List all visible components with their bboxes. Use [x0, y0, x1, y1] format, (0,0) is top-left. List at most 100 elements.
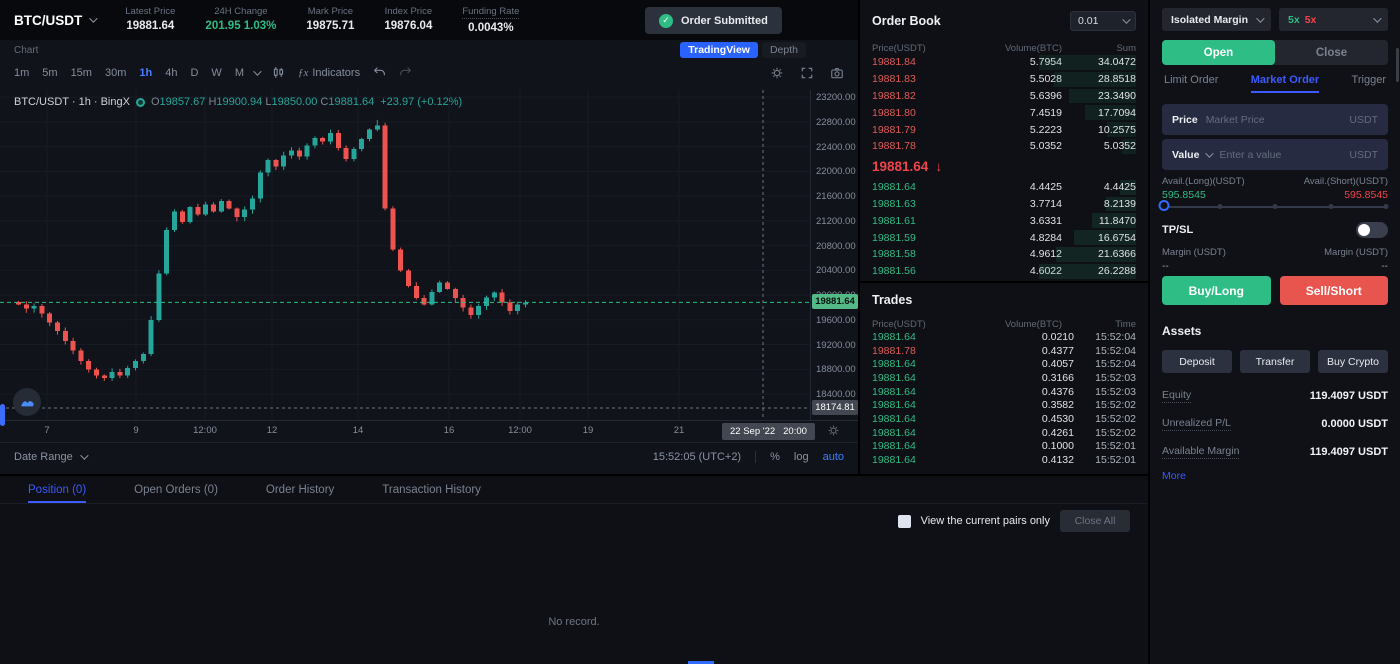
candle-style-icon[interactable]	[272, 66, 285, 79]
slider-dot[interactable]	[1384, 204, 1389, 209]
trade-volume: 0.3582	[952, 399, 1074, 411]
tick-size-dropdown[interactable]: 0.01	[1070, 11, 1136, 31]
column-header: Sum	[1062, 43, 1136, 54]
margin-mode-value: Isolated Margin	[1171, 14, 1248, 26]
percent-scale-button[interactable]: %	[770, 451, 780, 463]
buy-long-button[interactable]: Buy/Long	[1162, 276, 1271, 305]
order-tab-limit-order[interactable]: Limit Order	[1164, 74, 1218, 93]
timeframe-30m[interactable]: 30m	[105, 67, 126, 79]
slider-dot[interactable]	[1159, 200, 1170, 211]
undo-icon[interactable]	[373, 66, 386, 79]
close-all-button[interactable]: Close All	[1060, 510, 1130, 532]
timezone-gear-icon[interactable]	[827, 424, 840, 440]
mid-price: 19881.64 ↓	[872, 156, 1136, 178]
timeframe-D[interactable]: D	[190, 67, 198, 79]
order-book-row[interactable]: 19881.594.828416.6754	[872, 229, 1136, 246]
view-tab-depth[interactable]: Depth	[762, 42, 806, 58]
timeframe-5m[interactable]: 5m	[42, 67, 57, 79]
tab-orderhistory[interactable]: Order History	[266, 484, 334, 503]
close-tab[interactable]: Close	[1275, 40, 1388, 65]
open-tab[interactable]: Open	[1162, 40, 1275, 65]
trade-time: 15:52:04	[1074, 358, 1136, 370]
trade-price: 19881.64	[872, 440, 952, 452]
chevron-down-icon[interactable]	[253, 67, 261, 75]
time-axis[interactable]: 22 Sep '22 20:00 7912:0012141612:001921	[0, 420, 858, 442]
panel-scrollbar[interactable]	[1396, 48, 1399, 82]
timeframe-15m[interactable]: 15m	[71, 67, 92, 79]
trade-time: 15:52:04	[1074, 331, 1136, 343]
current-pairs-checkbox[interactable]	[898, 515, 911, 528]
stat-label: Index Price	[384, 6, 432, 17]
chart-scrollbar-handle[interactable]	[0, 404, 5, 426]
auto-scale-button[interactable]: auto	[823, 451, 844, 463]
asset-label: Unrealized P/L	[1162, 417, 1231, 431]
order-book-row[interactable]: 19881.644.44254.4425	[872, 179, 1136, 196]
axis-price-label: 18800.00	[816, 364, 856, 375]
price-axis[interactable]: 19881.64 18174.81 23200.0022800.0022400.…	[810, 90, 858, 420]
column-header: Volume(BTC)	[952, 319, 1062, 330]
order-sum: 10.2575	[1062, 124, 1136, 136]
slider-dot[interactable]	[1273, 204, 1278, 209]
order-book-row[interactable]: 19881.845.795434.0472	[872, 54, 1136, 71]
candlestick-chart[interactable]: BTC/USDT · 1h · BingX O19857.67 H19900.9…	[0, 90, 810, 420]
timeframe-1m[interactable]: 1m	[14, 67, 29, 79]
sell-short-button[interactable]: Sell/Short	[1280, 276, 1389, 305]
gear-icon[interactable]	[770, 66, 784, 80]
slider-dot[interactable]	[1328, 204, 1333, 209]
timeframe-4h[interactable]: 4h	[165, 67, 177, 79]
timeframe-M[interactable]: M	[235, 67, 244, 79]
transfer-button[interactable]: Transfer	[1240, 350, 1310, 373]
order-volume: 7.4519	[952, 107, 1062, 119]
order-book-row[interactable]: 19881.807.451917.7094	[872, 104, 1136, 121]
stat-label: Latest Price	[125, 6, 175, 17]
tab-position[interactable]: Position (0)	[28, 484, 86, 503]
order-book-row[interactable]: 19881.584.961221.6366	[872, 246, 1136, 263]
order-tab-trigger[interactable]: Trigger	[1352, 74, 1386, 93]
order-type-tabs: Limit Order Market Order Trigger	[1164, 74, 1386, 93]
order-book-row[interactable]: 19881.785.03525.0352	[872, 138, 1136, 155]
stat-label: Funding Rate	[462, 6, 519, 19]
chart-view-tabs: TradingViewDepth	[680, 42, 806, 58]
order-book-row[interactable]: 19881.564.602226.2288	[872, 263, 1136, 280]
redo-icon[interactable]	[399, 66, 412, 79]
trade-price: 19881.64	[872, 331, 952, 343]
symbol-selector[interactable]: BTC/USDT	[14, 13, 95, 28]
leverage-dropdown[interactable]: 5x5x	[1279, 8, 1388, 31]
tpsl-toggle[interactable]	[1356, 222, 1388, 238]
axis-time-label: 14	[353, 425, 364, 436]
trade-time: 15:52:01	[1074, 440, 1136, 452]
order-book-row[interactable]: 19881.835.502828.8518	[872, 71, 1136, 88]
more-link[interactable]: More	[1162, 470, 1186, 482]
price-field[interactable]: Price Market Price USDT	[1162, 104, 1388, 135]
slider-dot[interactable]	[1217, 204, 1222, 209]
timeframe-toolbar: 1m 5m 15m 30m 1h 4h D W Mƒx Indicators	[14, 66, 412, 79]
axis-price-label: 20800.00	[816, 241, 856, 252]
stat-value: 201.95 1.03%	[205, 20, 276, 32]
buy-crypto-button[interactable]: Buy Crypto	[1318, 350, 1388, 373]
timeframe-W[interactable]: W	[211, 67, 221, 79]
price-field-unit: USDT	[1349, 114, 1378, 126]
date-range-selector[interactable]: Date Range	[14, 451, 86, 463]
amount-slider[interactable]	[1164, 200, 1386, 214]
order-book-row[interactable]: 19881.613.633111.8470	[872, 212, 1136, 229]
asset-value: 119.4097 USDT	[1310, 390, 1388, 402]
order-book-row[interactable]: 19881.795.222310.2575	[872, 121, 1136, 138]
tab-openorders[interactable]: Open Orders (0)	[134, 484, 218, 503]
trades-rows: 19881.640.021015:52:0419881.780.437715:5…	[872, 330, 1136, 467]
timeframe-1h[interactable]: 1h	[139, 67, 152, 79]
indicators-button[interactable]: ƒx Indicators	[298, 67, 360, 79]
order-sum: 5.0352	[1062, 140, 1136, 152]
order-book-row[interactable]: 19881.825.639623.3490	[872, 88, 1136, 105]
value-field[interactable]: Value Enter a value USDT	[1162, 139, 1388, 170]
order-tab-market-order[interactable]: Market Order	[1251, 74, 1319, 93]
camera-icon[interactable]	[830, 66, 844, 80]
view-tab-tradingview[interactable]: TradingView	[680, 42, 758, 58]
fullscreen-icon[interactable]	[800, 66, 814, 80]
tab-transactionhistory[interactable]: Transaction History	[382, 484, 481, 503]
margin-mode-dropdown[interactable]: Isolated Margin	[1162, 8, 1271, 31]
log-scale-button[interactable]: log	[794, 451, 809, 463]
watermark-logo-button[interactable]	[13, 388, 41, 416]
order-book-row[interactable]: 19881.633.77148.2139	[872, 196, 1136, 213]
legend-symbol: BTC/USDT · 1h · BingX	[14, 96, 130, 108]
deposit-button[interactable]: Deposit	[1162, 350, 1232, 373]
